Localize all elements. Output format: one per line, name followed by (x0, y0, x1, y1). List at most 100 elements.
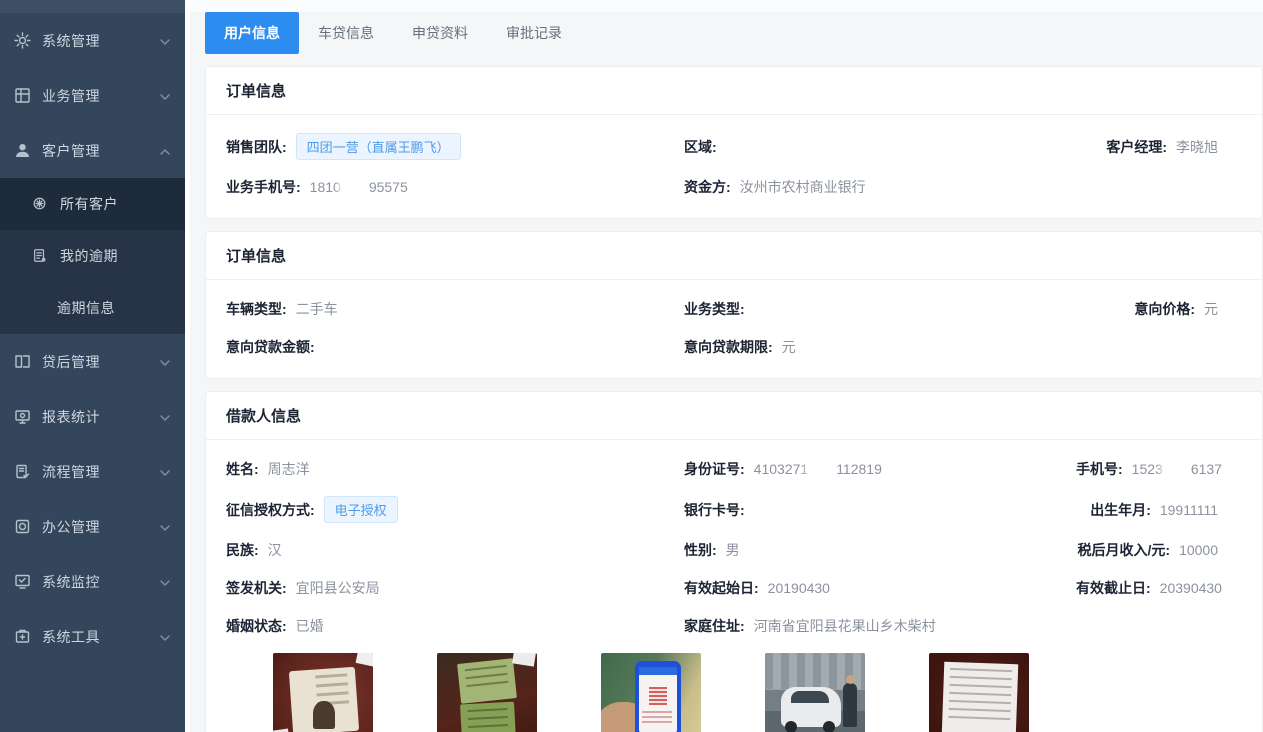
notebook-icon (32, 248, 49, 265)
photo-auth-qr[interactable]: 授权码照片 (601, 653, 701, 732)
field-customer-manager: 客户经理 李晓旭 (1076, 136, 1242, 158)
field-gender: 性别 男 (684, 539, 1076, 561)
borrower-info-card: 借款人信息 姓名 周志洋 身份证号 4103271112819 手机号 1523… (205, 391, 1263, 732)
workflow-icon (14, 463, 31, 480)
book-icon (14, 353, 31, 370)
sidebar-item-label: 业务管理 (42, 86, 159, 106)
field-issuing-authority: 签发机关 宜阳县公安局 (226, 577, 684, 599)
sidebar-item-system-tools[interactable]: 系统工具 (0, 609, 185, 664)
photo-person-car[interactable]: 人车合照 (765, 653, 865, 732)
field-region: 区域 (684, 136, 1076, 158)
field-ethnicity: 民族 汉 (226, 539, 684, 561)
sidebar-item-label: 报表统计 (42, 407, 159, 427)
customer-management-submenu: 所有客户 我的逾期 逾期信息 (0, 178, 185, 334)
field-sales-team: 销售团队 四团一营（直属王鹏飞） (226, 133, 684, 160)
customers-icon (32, 196, 49, 213)
photo-id-card[interactable]: 身份证照 (273, 653, 373, 732)
card-title: 借款人信息 (206, 392, 1262, 440)
sidebar-item-postloan-management[interactable]: 贷后管理 (0, 334, 185, 389)
field-birth-date: 出生年月 19911111 (1076, 499, 1242, 521)
field-funding-party: 资金方 汝州市农村商业银行 (684, 176, 1076, 198)
chevron-down-icon (159, 90, 171, 102)
car-photo-thumbnail[interactable] (765, 653, 865, 732)
card-title: 订单信息 (206, 67, 1262, 115)
sidebar-item-office-management[interactable]: 办公管理 (0, 499, 185, 554)
chevron-up-icon (159, 145, 171, 157)
sidebar-item-my-overdue[interactable]: 我的逾期 (0, 230, 185, 282)
field-valid-to: 有效截止日 20390430 (1076, 577, 1246, 599)
sidebar-item-overdue-info[interactable]: 逾期信息 (0, 282, 185, 334)
tab-loan-application-docs[interactable]: 申贷资料 (393, 12, 487, 54)
chevron-down-icon (159, 411, 171, 423)
field-bank-card: 银行卡号 (684, 499, 1076, 521)
order-info-card-2: 订单信息 车辆类型 二手车 业务类型 意向价格 元 (205, 231, 1263, 379)
redaction-smudge (1164, 462, 1190, 477)
photo-document[interactable]: 其他材料 (929, 653, 1029, 732)
sidebar-item-system-management[interactable]: 系统管理 (0, 13, 185, 68)
borrower-photo-row: 身份证照 驾驶证照片 (273, 653, 1242, 732)
chevron-down-icon (159, 631, 171, 643)
sidebar-item-label: 系统工具 (42, 627, 159, 647)
sidebar-item-system-monitor[interactable]: 系统监控 (0, 554, 185, 609)
field-monthly-income: 税后月收入/元 10000 (1076, 539, 1242, 561)
sidebar-item-label: 系统管理 (42, 31, 159, 51)
sidebar-item-label: 系统监控 (42, 572, 159, 592)
field-mobile: 手机号 15236137 (1076, 458, 1246, 480)
field-vehicle-type: 车辆类型 二手车 (226, 298, 684, 320)
sales-team-tag[interactable]: 四团一营（直属王鹏飞） (296, 133, 461, 160)
chevron-down-icon (159, 356, 171, 368)
top-strip (190, 0, 1263, 12)
document-photo-thumbnail[interactable] (929, 653, 1029, 732)
user-icon (14, 142, 31, 159)
sidebar-item-business-management[interactable]: 业务管理 (0, 68, 185, 123)
tab-approval-records[interactable]: 审批记录 (487, 12, 581, 54)
field-intent-price: 意向价格 元 (1076, 298, 1242, 320)
sidebar-item-label: 流程管理 (42, 462, 159, 482)
monitor-check-icon (14, 573, 31, 590)
field-intent-loan-term: 意向贷款期限 元 (684, 336, 1076, 358)
redaction-smudge (342, 180, 368, 195)
tab-car-loan-info[interactable]: 车贷信息 (299, 12, 393, 54)
sidebar-item-all-customers[interactable]: 所有客户 (0, 178, 185, 230)
toolbox-icon (14, 628, 31, 645)
field-credit-auth-method: 征信授权方式 电子授权 (226, 496, 684, 523)
field-intent-loan-amount: 意向贷款金额 (226, 336, 684, 358)
field-business-phone: 业务手机号 181095575 (226, 176, 684, 198)
field-business-type: 业务类型 (684, 298, 1076, 320)
field-valid-from: 有效起始日 20190430 (684, 577, 1076, 599)
sidebar-item-report-statistics[interactable]: 报表统计 (0, 389, 185, 444)
phone-qr-photo-thumbnail[interactable] (601, 653, 701, 732)
sidebar-item-label: 贷后管理 (42, 352, 159, 372)
sidebar-item-label: 逾期信息 (57, 298, 171, 318)
gear-icon (14, 32, 31, 49)
tab-user-info[interactable]: 用户信息 (205, 12, 299, 54)
sidebar-top-strip (0, 0, 185, 13)
sidebar-item-label: 办公管理 (42, 517, 159, 537)
card-title: 订单信息 (206, 232, 1262, 280)
order-info-card-1: 订单信息 销售团队 四团一营（直属王鹏飞） 区域 客户经理 李晓旭 (205, 66, 1263, 219)
sidebar-item-label: 我的逾期 (60, 246, 171, 266)
chevron-down-icon (159, 576, 171, 588)
field-id-number: 身份证号 4103271112819 (684, 458, 1076, 480)
sidebar-item-label: 所有客户 (60, 194, 171, 214)
sidebar-item-process-management[interactable]: 流程管理 (0, 444, 185, 499)
field-marital-status: 婚姻状态 已婚 (226, 615, 684, 637)
chevron-down-icon (159, 35, 171, 47)
field-name: 姓名 周志洋 (226, 458, 684, 480)
office-icon (14, 518, 31, 535)
sidebar-item-customer-management[interactable]: 客户管理 (0, 123, 185, 178)
sidebar: 系统管理 业务管理 客户管理 所有客户 (0, 0, 185, 732)
chevron-down-icon (159, 466, 171, 478)
sidebar-item-label: 客户管理 (42, 141, 159, 161)
credit-auth-tag[interactable]: 电子授权 (324, 496, 398, 523)
main-content: 用户信息 车贷信息 申贷资料 审批记录 订单信息 销售团队 四团一营（直属王鹏飞… (185, 0, 1263, 732)
detail-tabs: 用户信息 车贷信息 申贷资料 审批记录 (205, 12, 1263, 54)
grid-icon (14, 87, 31, 104)
field-home-address: 家庭住址 河南省宜阳县花果山乡木柴村 (684, 615, 1076, 637)
redaction-smudge (809, 462, 835, 477)
id-card-photo-thumbnail[interactable] (273, 653, 373, 732)
monitor-icon (14, 408, 31, 425)
chevron-down-icon (159, 521, 171, 533)
license-booklet-photo-thumbnail[interactable] (437, 653, 537, 732)
photo-license-booklet[interactable]: 驾驶证照片 (437, 653, 537, 732)
